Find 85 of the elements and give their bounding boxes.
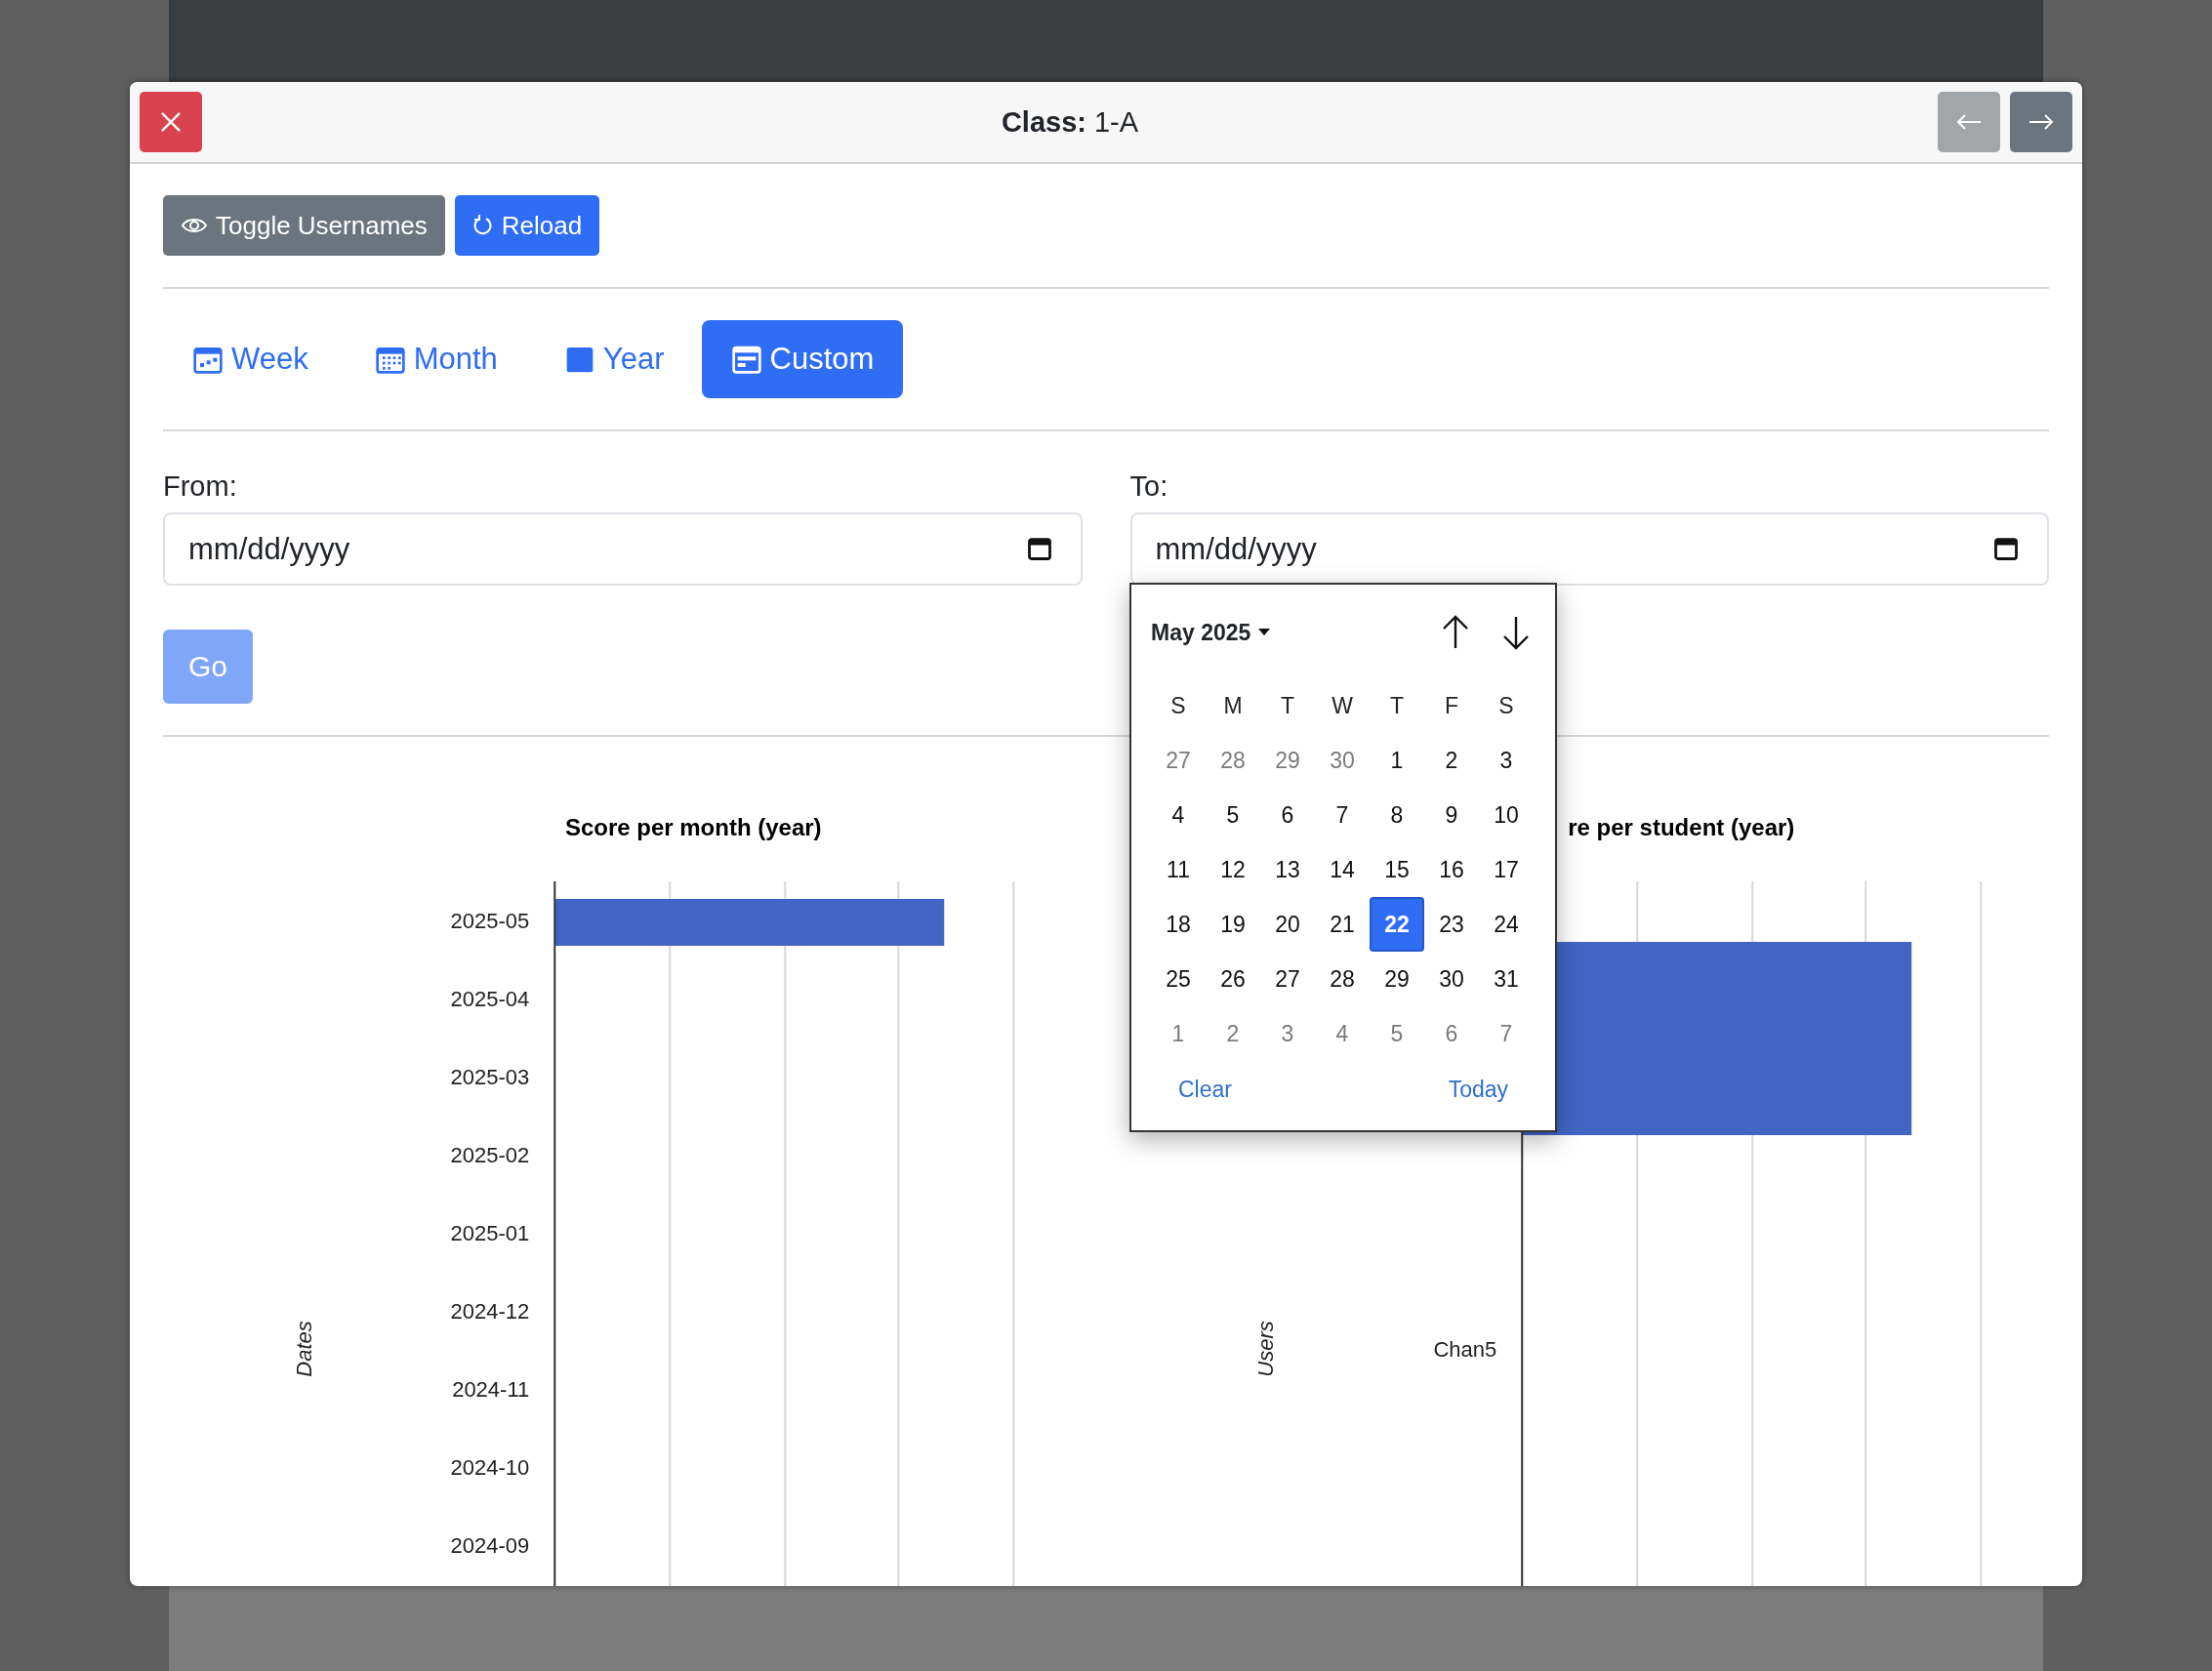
calendar-day[interactable]: 11: [1151, 842, 1206, 897]
calendar-day[interactable]: 30: [1315, 733, 1370, 788]
toggle-usernames-button[interactable]: Toggle Usernames: [163, 195, 445, 256]
calendar-day[interactable]: 2: [1424, 733, 1479, 788]
category-label: 2024-11: [452, 1377, 530, 1402]
period-tab[interactable]: Week: [163, 320, 338, 398]
calendar-day[interactable]: 27: [1260, 952, 1315, 1006]
today-link[interactable]: Today: [1438, 1071, 1518, 1109]
weekday-label: F: [1443, 691, 1460, 720]
period-tab[interactable]: Custom: [701, 320, 904, 398]
eye-icon: [181, 216, 208, 235]
calendar-day[interactable]: 18: [1151, 897, 1206, 952]
calendar-day[interactable]: 7: [1315, 788, 1370, 842]
calendar-day[interactable]: 24: [1479, 897, 1534, 952]
calendar-day[interactable]: 26: [1206, 952, 1260, 1006]
calendar-day[interactable]: 12: [1206, 842, 1260, 897]
weekday-label: T: [1279, 691, 1296, 720]
calendar-day[interactable]: 3: [1260, 1006, 1315, 1061]
axis-title: Users: [1252, 1321, 1278, 1377]
weekday-label: W: [1331, 691, 1354, 720]
calendar-day[interactable]: 28: [1315, 952, 1370, 1006]
calendar-day[interactable]: 19: [1206, 897, 1260, 952]
calendar-day[interactable]: 23: [1424, 897, 1479, 952]
calendar-day[interactable]: 29: [1370, 952, 1424, 1006]
calendar-day[interactable]: 20: [1260, 897, 1315, 952]
calendar-day[interactable]: 30: [1424, 952, 1479, 1006]
modal-title: Class: 1-A: [1000, 105, 1140, 139]
weekday-label: T: [1388, 691, 1406, 720]
calendar-day[interactable]: 4: [1151, 788, 1206, 842]
category-label: 2025-01: [450, 1221, 530, 1245]
reload-button[interactable]: Reload: [454, 195, 600, 256]
period-tab[interactable]: Year: [534, 320, 694, 398]
calendar-day[interactable]: 13: [1260, 842, 1315, 897]
category-label: 2024-10: [450, 1455, 530, 1480]
month-selector[interactable]: May 2025: [1151, 619, 1271, 646]
category-label: 2025-03: [450, 1065, 530, 1089]
weekday-label: M: [1222, 691, 1244, 720]
field-label: From:: [163, 470, 237, 503]
close-icon: [158, 109, 184, 135]
calendar-day[interactable]: 15: [1370, 842, 1424, 897]
category-label: 2025-04: [450, 987, 530, 1011]
chart-title: Score per month (year): [564, 814, 822, 840]
date-field[interactable]: mm/dd/yyyy: [1129, 512, 2049, 586]
calendar-day[interactable]: 5: [1370, 1006, 1424, 1061]
calendar-day[interactable]: 2: [1206, 1006, 1260, 1061]
calendar-day[interactable]: 17: [1479, 842, 1534, 897]
category-label: 2025-02: [450, 1143, 530, 1167]
calendar-day[interactable]: 6: [1260, 788, 1315, 842]
calendar-day[interactable]: 22: [1370, 897, 1424, 952]
calendar-day[interactable]: 28: [1206, 733, 1260, 788]
calendar-day[interactable]: 1: [1151, 1006, 1206, 1061]
calendar-day[interactable]: 3: [1479, 733, 1534, 788]
calendar-day[interactable]: 16: [1424, 842, 1479, 897]
category-label: 2024-09: [450, 1533, 530, 1558]
calendar-day[interactable]: 10: [1479, 788, 1534, 842]
date-field[interactable]: mm/dd/yyyy: [163, 512, 1083, 586]
calendar-day[interactable]: 1: [1370, 733, 1424, 788]
close-button[interactable]: [140, 92, 202, 152]
calendar-day[interactable]: 5: [1206, 788, 1260, 842]
calendar-day[interactable]: 8: [1370, 788, 1424, 842]
category-label: Chan5: [1432, 1337, 1496, 1362]
field-label: To:: [1129, 470, 1168, 503]
right-arrow-icon: [2028, 112, 2055, 132]
category-label: 2024-12: [450, 1299, 530, 1324]
calendar-day[interactable]: 14: [1315, 842, 1370, 897]
period-tab[interactable]: Month: [345, 320, 527, 398]
calendar-day[interactable]: 25: [1151, 952, 1206, 1006]
clear-link[interactable]: Clear: [1168, 1071, 1242, 1109]
weekday-label: S: [1497, 691, 1515, 720]
left-arrow-icon: [1955, 112, 1983, 132]
category-label: 2025-05: [450, 909, 530, 933]
calendar-day[interactable]: 9: [1424, 788, 1479, 842]
next-button[interactable]: [2010, 92, 2072, 152]
calendar-day[interactable]: 31: [1479, 952, 1534, 1006]
calendar-day[interactable]: 21: [1315, 897, 1370, 952]
calendar-day[interactable]: 7: [1479, 1006, 1534, 1061]
calendar-day[interactable]: 4: [1315, 1006, 1370, 1061]
calendar-day[interactable]: 29: [1260, 733, 1315, 788]
reload-icon: [471, 214, 494, 237]
caret-icon: [1258, 629, 1271, 636]
chart-title: re per student (year): [1567, 814, 1794, 840]
calendar-day[interactable]: 27: [1151, 733, 1206, 788]
calendar-day[interactable]: 6: [1424, 1006, 1479, 1061]
axis-title: Dates: [292, 1321, 317, 1377]
weekday-label: S: [1169, 691, 1187, 720]
